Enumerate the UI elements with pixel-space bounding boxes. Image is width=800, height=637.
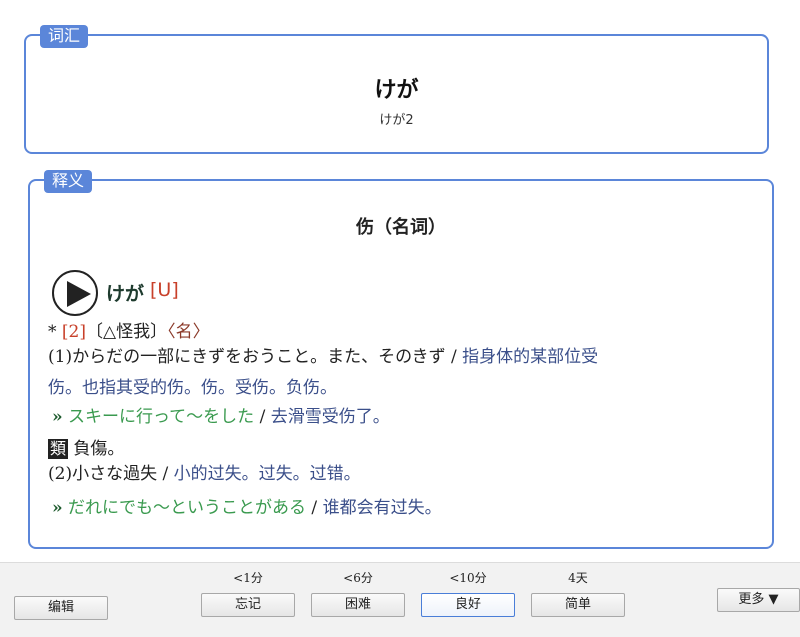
easy-button[interactable]: 简单 xyxy=(531,593,625,617)
again-button[interactable]: 忘记 xyxy=(201,593,295,617)
separator: / xyxy=(306,498,323,518)
vocab-word: けが xyxy=(374,78,419,103)
example-1-marker: » xyxy=(52,407,63,427)
sense-1-chinese-b: 伤。也指其受的伤。伤。受伤。负伤。 xyxy=(48,378,337,398)
example-2-chinese: 谁都会有过失。 xyxy=(322,498,442,518)
again-interval: <1分 xyxy=(233,571,263,585)
entry-number: [2] xyxy=(61,322,86,342)
synonym-line: 類 負傷。 xyxy=(48,438,124,460)
meaning-title: 伤（名词） xyxy=(356,217,446,238)
vocab-reading: けが2 xyxy=(379,113,414,128)
synonym-word: 負傷。 xyxy=(73,439,125,459)
hard-button[interactable]: 困难 xyxy=(311,593,405,617)
meaning-legend: 释义 xyxy=(44,170,93,193)
entry-star: * xyxy=(48,322,57,342)
entry-pos: 〈名〉 xyxy=(167,322,210,342)
separator: / xyxy=(445,347,463,367)
example-2-japanese: だれにでも〜ということがある xyxy=(68,498,307,518)
vocab-legend: 词汇 xyxy=(40,25,89,48)
synonym-label: 類 xyxy=(48,439,69,459)
entry-header: * [2]〔△怪我〕〈名〉 xyxy=(48,321,210,343)
entry-kanji: 〔△怪我〕 xyxy=(86,322,168,342)
meaning-card: 释义 伤（名词） けが [U] * [2]〔△怪我〕〈名〉 (1)からだの一部に… xyxy=(28,170,774,549)
sense-1-japanese: (1)からだの一部にきずをおうこと。また、そのきず xyxy=(48,347,446,367)
head-word: けが xyxy=(106,283,145,305)
example-1-chinese: 去滑雪受伤了。 xyxy=(270,407,390,427)
sense-2-chinese: 小的过失。过失。过错。 xyxy=(173,464,361,484)
answer-bar: 编辑 <1分 忘记 <6分 困难 <10分 良好 4天 简单 更多 ▼ xyxy=(0,562,800,637)
easy-interval: 4天 xyxy=(568,571,588,585)
example-1: » スキーに行って〜をした / 去滑雪受伤了。 xyxy=(52,406,390,428)
separator: / xyxy=(254,407,271,427)
play-audio-button[interactable] xyxy=(52,270,98,316)
sense-2-japanese: (2)小さな過失 xyxy=(48,464,158,484)
sense-1-line-2: 伤。也指其受的伤。伤。受伤。负伤。 xyxy=(48,377,337,399)
head-word-tag: [U] xyxy=(150,279,179,301)
example-2-marker: » xyxy=(52,498,63,518)
good-button[interactable]: 良好 xyxy=(421,593,515,617)
example-2: » だれにでも〜ということがある / 谁都会有过失。 xyxy=(52,497,442,519)
more-button[interactable]: 更多 ▼ xyxy=(717,588,800,612)
play-icon xyxy=(67,281,91,307)
example-1-japanese: スキーに行って〜をした xyxy=(68,407,255,427)
sense-2-line: (2)小さな過失 / 小的过失。过失。过错。 xyxy=(48,463,361,485)
good-interval: <10分 xyxy=(449,571,487,585)
sense-1-chinese-a: 指身体的某部位受 xyxy=(462,347,599,367)
sense-1-line-1: (1)からだの一部にきずをおうこと。また、そのきず / 指身体的某部位受 xyxy=(48,346,598,368)
vocab-card: 词汇 けが けが2 xyxy=(24,25,769,154)
edit-button[interactable]: 编辑 xyxy=(14,596,108,620)
hard-interval: <6分 xyxy=(343,571,373,585)
separator: / xyxy=(157,464,174,484)
